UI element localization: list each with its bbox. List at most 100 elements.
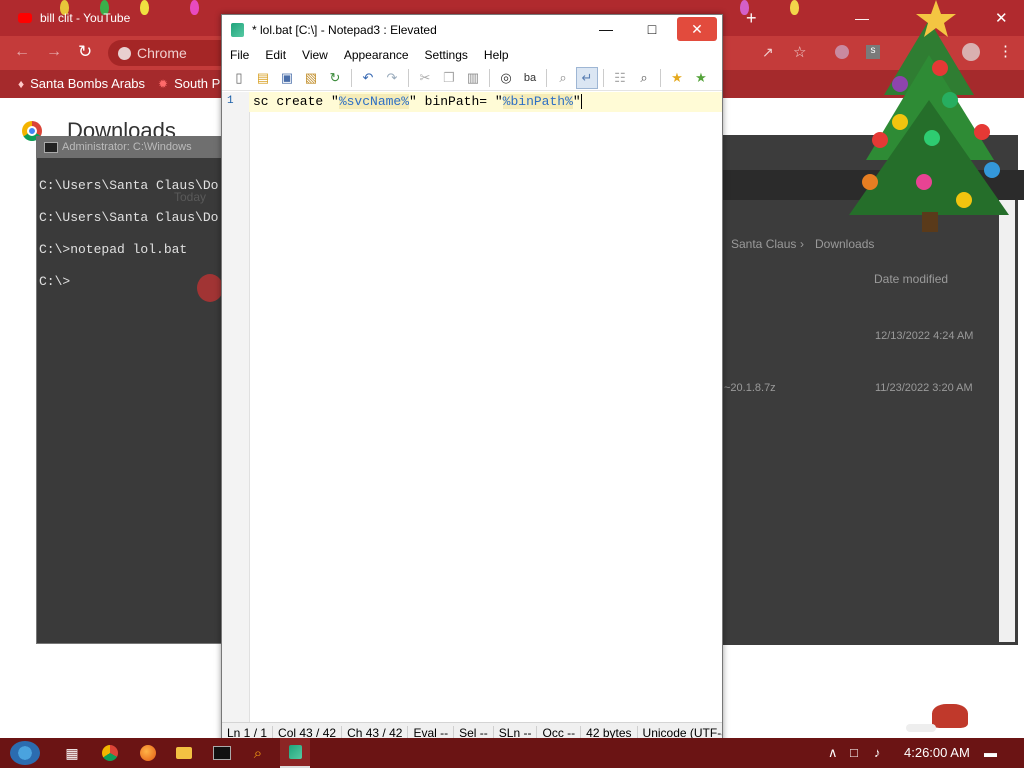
replace-icon[interactable]: ba <box>519 67 541 89</box>
youtube-icon <box>18 13 32 23</box>
christmas-light <box>140 0 149 15</box>
toolbar-separator <box>660 68 661 87</box>
share-icon[interactable]: ↗ <box>762 44 774 61</box>
volume-icon[interactable]: ♪ <box>874 745 881 760</box>
redo-icon[interactable]: ↷ <box>381 67 403 89</box>
file-date: 11/23/2022 3:20 AM <box>875 382 973 394</box>
code-variable: %svcName% <box>338 94 410 109</box>
cmd-icon <box>44 141 58 153</box>
ornament-icon <box>984 162 1000 178</box>
save-icon[interactable]: ▣ <box>276 67 298 89</box>
forward-icon[interactable]: → <box>46 43 62 61</box>
text-caret <box>580 94 582 110</box>
show-hidden-icons-icon[interactable]: ∧ <box>828 745 838 761</box>
ornament-icon <box>916 174 932 190</box>
code-variable: %binPath% <box>502 94 573 109</box>
search-icon[interactable]: ⌕ <box>248 743 268 763</box>
paste-icon[interactable]: ▥ <box>462 67 484 89</box>
favorites-icon[interactable]: ★ <box>666 67 688 89</box>
breadcrumb-downloads[interactable]: Downloads <box>815 237 874 251</box>
ornament-icon <box>892 76 908 92</box>
bookmark-item[interactable]: ♦ Santa Bombs Arabs <box>18 76 145 91</box>
ornament-icon <box>892 114 908 130</box>
new-tab-button[interactable]: + <box>746 4 757 32</box>
window-title: * lol.bat [C:\] - Notepad3 : Elevated <box>252 23 437 37</box>
minimize-button[interactable]: — <box>586 17 626 41</box>
bookmark-label: Santa Bombs Arabs <box>30 76 146 91</box>
save-as-icon[interactable]: ▧ <box>300 67 322 89</box>
ornament-icon <box>924 130 940 146</box>
clock[interactable]: 4:26:00 AM <box>904 745 970 760</box>
menu-edit[interactable]: Edit <box>257 45 294 65</box>
task-view-icon[interactable]: ▦ <box>62 743 82 763</box>
breadcrumb-separator: › <box>800 237 804 251</box>
console-line: C:\Users\Santa Claus\Do <box>39 210 219 225</box>
code-text: " <box>572 94 581 109</box>
console-line: C:\Users\Santa Claus\Do <box>39 178 219 193</box>
taskbar: ▦ ⌕ <box>0 738 1024 768</box>
notepad-titlebar[interactable]: * lol.bat [C:\] - Notepad3 : Elevated — … <box>222 15 722 45</box>
console-title: Administrator: C:\Windows <box>62 141 192 153</box>
maple-icon: ✹ <box>158 76 169 91</box>
breadcrumb-santa[interactable]: Santa Claus <box>731 237 796 251</box>
file-explorer-icon[interactable] <box>174 743 194 763</box>
open-folder-icon[interactable]: ▤ <box>252 67 274 89</box>
omnibox[interactable]: Chrome <box>108 40 222 66</box>
console-line: C:\> <box>39 274 71 289</box>
tab-youtube[interactable]: bill clit - YouTube <box>18 4 130 32</box>
schema-icon[interactable]: ☷ <box>609 67 631 89</box>
close-button[interactable]: ✕ <box>677 17 717 41</box>
omnibox-chip: Chrome <box>137 45 187 61</box>
bookmark-item[interactable]: ✹ South P <box>158 76 220 91</box>
ornament-icon <box>942 92 958 108</box>
word-wrap-icon[interactable]: ↵ <box>576 66 598 89</box>
explorer-scrollbar[interactable] <box>999 200 1015 642</box>
search-icon[interactable]: ⌕ <box>633 67 655 89</box>
ornament-icon <box>956 192 972 208</box>
toolbar-separator <box>351 68 352 87</box>
find-icon[interactable]: ◎ <box>495 67 517 89</box>
ornament-icon <box>862 174 878 190</box>
chrome-taskbar-icon[interactable] <box>100 743 120 763</box>
bookmark-label: South P <box>174 76 221 91</box>
flame-icon: ♦ <box>18 76 25 91</box>
menu-view[interactable]: View <box>294 45 336 65</box>
copy-icon[interactable]: ❐ <box>438 67 460 89</box>
zoom-icon[interactable]: ⌕ <box>552 67 574 89</box>
line-number: 1 <box>227 95 234 107</box>
undo-icon[interactable]: ↶ <box>357 67 379 89</box>
console-titlebar[interactable]: Administrator: C:\Windows <box>36 136 226 158</box>
maximize-button[interactable]: □ <box>632 17 672 41</box>
network-icon[interactable]: □ <box>850 745 858 760</box>
cmd-taskbar-icon[interactable] <box>212 743 232 763</box>
ornament-icon <box>197 274 223 302</box>
editor-text-area[interactable]: sc create "%svcName%" binPath= "%binPath… <box>253 94 582 110</box>
star-icon[interactable]: ☆ <box>793 43 806 61</box>
notepad3-taskbar-icon[interactable] <box>280 738 310 768</box>
notepad3-icon <box>231 23 244 37</box>
column-date-modified[interactable]: Date modified <box>874 272 948 286</box>
christmas-light <box>190 0 199 15</box>
back-icon[interactable]: ← <box>14 43 30 61</box>
toolbar-separator <box>489 68 490 87</box>
star-topper-icon <box>916 0 956 37</box>
menu-help[interactable]: Help <box>476 45 517 65</box>
add-favorite-icon[interactable]: ★ <box>690 67 712 89</box>
cut-icon[interactable]: ✂ <box>414 67 436 89</box>
code-text: sc create " <box>253 94 339 109</box>
toolbar-separator <box>546 68 547 87</box>
menu-settings[interactable]: Settings <box>417 45 476 65</box>
toolbar-separator <box>408 68 409 87</box>
start-button[interactable] <box>10 741 40 765</box>
ornament-icon <box>932 60 948 76</box>
menu-file[interactable]: File <box>222 45 257 65</box>
console-line: C:\>notepad lol.bat <box>39 242 188 257</box>
new-file-icon[interactable]: ▯ <box>228 67 250 89</box>
file-name[interactable]: ~20.1.8.7z <box>724 382 776 394</box>
menu-appearance[interactable]: Appearance <box>336 45 417 65</box>
firefox-icon[interactable] <box>138 743 158 763</box>
revert-icon[interactable]: ↻ <box>324 67 346 89</box>
desktop-sprite-icon <box>906 700 986 736</box>
notifications-icon[interactable]: ▬ <box>984 745 997 760</box>
reload-icon[interactable]: ↻ <box>78 42 92 62</box>
